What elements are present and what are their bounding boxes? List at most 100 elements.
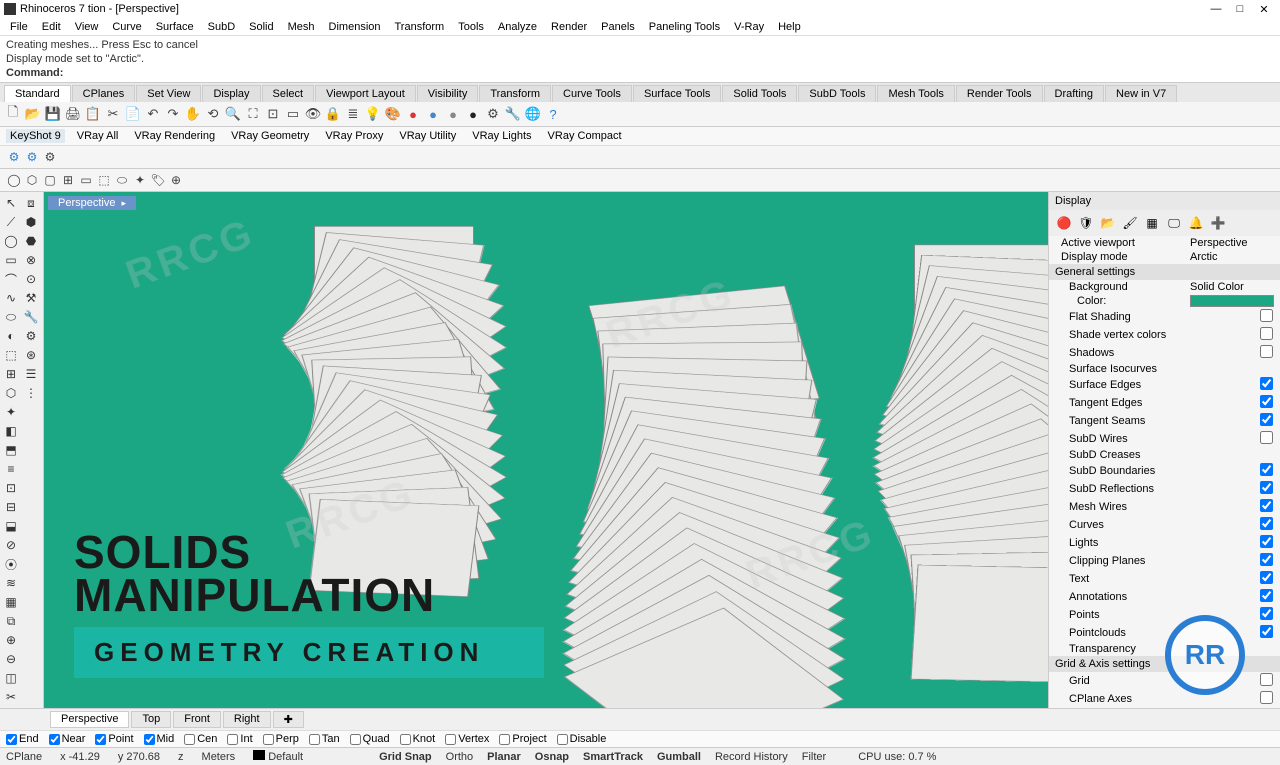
tab-display[interactable]: Display — [202, 85, 260, 102]
tab-solid-tools[interactable]: Solid Tools — [722, 85, 797, 102]
toolbox-icon-15[interactable]: ⊡ — [2, 479, 20, 497]
tab-set-view[interactable]: Set View — [136, 85, 201, 102]
vray-tab-vray-lights[interactable]: VRay Lights — [468, 129, 535, 143]
menu-subd[interactable]: SubD — [202, 21, 242, 33]
properties-icon[interactable]: 🔧 — [504, 105, 522, 123]
render-icon[interactable]: 🎨 — [384, 105, 402, 123]
toolbox-icon-31[interactable]: ⊙ — [22, 270, 40, 288]
open-icon[interactable]: 📂 — [24, 105, 42, 123]
tab-transform[interactable]: Transform — [479, 85, 551, 102]
undo-icon[interactable]: ↶ — [144, 105, 162, 123]
toolbox-icon-35[interactable]: ⊛ — [22, 346, 40, 364]
display-checkbox-mesh-wires[interactable] — [1260, 499, 1273, 512]
rotate-icon[interactable]: ⟲ — [204, 105, 222, 123]
menu-v-ray[interactable]: V-Ray — [728, 21, 770, 33]
status-mode-planar[interactable]: Planar — [487, 751, 521, 763]
copy-icon[interactable]: 📋 — [84, 105, 102, 123]
osnap-knot[interactable]: Knot — [400, 733, 436, 745]
display-checkbox-lights[interactable] — [1260, 535, 1273, 548]
layers-icon[interactable]: ≣ — [344, 105, 362, 123]
close-button[interactable]: ✕ — [1252, 3, 1276, 16]
osnap-int[interactable]: Int — [227, 733, 252, 745]
plus-icon[interactable]: ⊕ — [168, 172, 184, 188]
box3d-icon[interactable]: ⬚ — [96, 172, 112, 188]
status-mode-ortho[interactable]: Ortho — [446, 751, 474, 763]
save-icon[interactable]: 💾 — [44, 105, 62, 123]
menu-view[interactable]: View — [69, 21, 105, 33]
tab-drafting[interactable]: Drafting — [1044, 85, 1105, 102]
display-checkbox-curves[interactable] — [1260, 517, 1273, 530]
panel-folder-icon[interactable]: 📂 — [1099, 214, 1117, 232]
viewport[interactable]: Perspective RRCG RRCG RRCG RRCG SOLIDS M… — [44, 192, 1048, 708]
toolbox-icon-17[interactable]: ⬓ — [2, 517, 20, 535]
osnap-quad[interactable]: Quad — [350, 733, 390, 745]
panel-sphere-icon[interactable]: 🔴 — [1055, 214, 1073, 232]
toolbox-icon-29[interactable]: ⬣ — [22, 232, 40, 250]
menu-render[interactable]: Render — [545, 21, 593, 33]
tab-render-tools[interactable]: Render Tools — [956, 85, 1043, 102]
toolbox-icon-12[interactable]: ◧ — [2, 422, 20, 440]
color-swatch[interactable] — [1190, 295, 1274, 307]
vray-tab-vray-rendering[interactable]: VRay Rendering — [130, 129, 219, 143]
status-mode-filter[interactable]: Filter — [802, 751, 826, 763]
display-mode-value[interactable]: Arctic — [1190, 251, 1274, 263]
toolbox-icon-16[interactable]: ⊟ — [2, 498, 20, 516]
pan-icon[interactable]: ✋ — [184, 105, 202, 123]
tab-subd-tools[interactable]: SubD Tools — [798, 85, 876, 102]
zoom-extents-icon[interactable]: ⛶ — [244, 105, 262, 123]
toolbox-icon-13[interactable]: ⬒ — [2, 441, 20, 459]
vray-tab-vray-geometry[interactable]: VRay Geometry — [227, 129, 313, 143]
menu-help[interactable]: Help — [772, 21, 807, 33]
toolbox-icon-23[interactable]: ⊕ — [2, 631, 20, 649]
display-checkbox-shade-vertex-colors[interactable] — [1260, 327, 1273, 340]
menu-solid[interactable]: Solid — [243, 21, 279, 33]
display-checkbox-subd-wires[interactable] — [1260, 431, 1273, 444]
vray-tab-vray-proxy[interactable]: VRay Proxy — [321, 129, 387, 143]
toolbox-icon-2[interactable]: ◯ — [2, 232, 20, 250]
menu-paneling-tools[interactable]: Paneling Tools — [643, 21, 726, 33]
tab-standard[interactable]: Standard — [4, 85, 71, 102]
cyl-icon[interactable]: ⬭ — [114, 172, 130, 188]
toolbox-icon-26[interactable]: ✂ — [2, 688, 20, 706]
toolbox-icon-1[interactable]: ⟋ — [2, 213, 20, 231]
panel-grid-icon[interactable]: ▦ — [1143, 214, 1161, 232]
display-checkbox-text[interactable] — [1260, 571, 1273, 584]
paste-icon[interactable]: 📄 — [124, 105, 142, 123]
display-checkbox-tangent-edges[interactable] — [1260, 395, 1273, 408]
menu-surface[interactable]: Surface — [150, 21, 200, 33]
tab-surface-tools[interactable]: Surface Tools — [633, 85, 721, 102]
toolbox-icon-11[interactable]: ✦ — [2, 403, 20, 421]
select-icon[interactable]: ▭ — [284, 105, 302, 123]
display-checkbox-subd-boundaries[interactable] — [1260, 463, 1273, 476]
osnap-vertex[interactable]: Vertex — [445, 733, 489, 745]
osnap-end[interactable]: End — [6, 733, 39, 745]
vray-tab-vray-utility[interactable]: VRay Utility — [395, 129, 460, 143]
menu-file[interactable]: File — [4, 21, 34, 33]
osnap-mid[interactable]: Mid — [144, 733, 175, 745]
display-checkbox-clipping-planes[interactable] — [1260, 553, 1273, 566]
toolbox-icon-21[interactable]: ▦ — [2, 593, 20, 611]
toolbox-icon-20[interactable]: ≋ — [2, 574, 20, 592]
toolbox-icon-25[interactable]: ◫ — [2, 669, 20, 687]
toolbox-icon-4[interactable]: ⌒ — [2, 270, 20, 288]
toolbox-icon-14[interactable]: ≡ — [2, 460, 20, 478]
sphere-red-icon[interactable]: ● — [404, 105, 422, 123]
tab-new-in-v7[interactable]: New in V7 — [1105, 85, 1177, 102]
toolbox-icon-6[interactable]: ⬭ — [2, 308, 20, 326]
display-checkbox-points[interactable] — [1260, 607, 1273, 620]
display-checkbox-flat-shading[interactable] — [1260, 309, 1273, 322]
light-icon[interactable]: 💡 — [364, 105, 382, 123]
active-viewport-value[interactable]: Perspective — [1190, 237, 1274, 249]
sphere-black-icon[interactable]: ● — [464, 105, 482, 123]
toolbox-icon-18[interactable]: ⊘ — [2, 536, 20, 554]
background-value[interactable]: Solid Color — [1190, 281, 1274, 293]
toolbox-icon-34[interactable]: ⚙ — [22, 327, 40, 345]
toolbox-icon-7[interactable]: ◐ — [2, 327, 20, 345]
panel-layers-icon[interactable]: 🛡 — [1077, 214, 1095, 232]
display-checkbox-annotations[interactable] — [1260, 589, 1273, 602]
display-checkbox-shadows[interactable] — [1260, 345, 1273, 358]
hexagon-icon[interactable]: ⬡ — [24, 172, 40, 188]
osnap-near[interactable]: Near — [49, 733, 86, 745]
redo-icon[interactable]: ↷ — [164, 105, 182, 123]
toolbox-icon-3[interactable]: ▭ — [2, 251, 20, 269]
